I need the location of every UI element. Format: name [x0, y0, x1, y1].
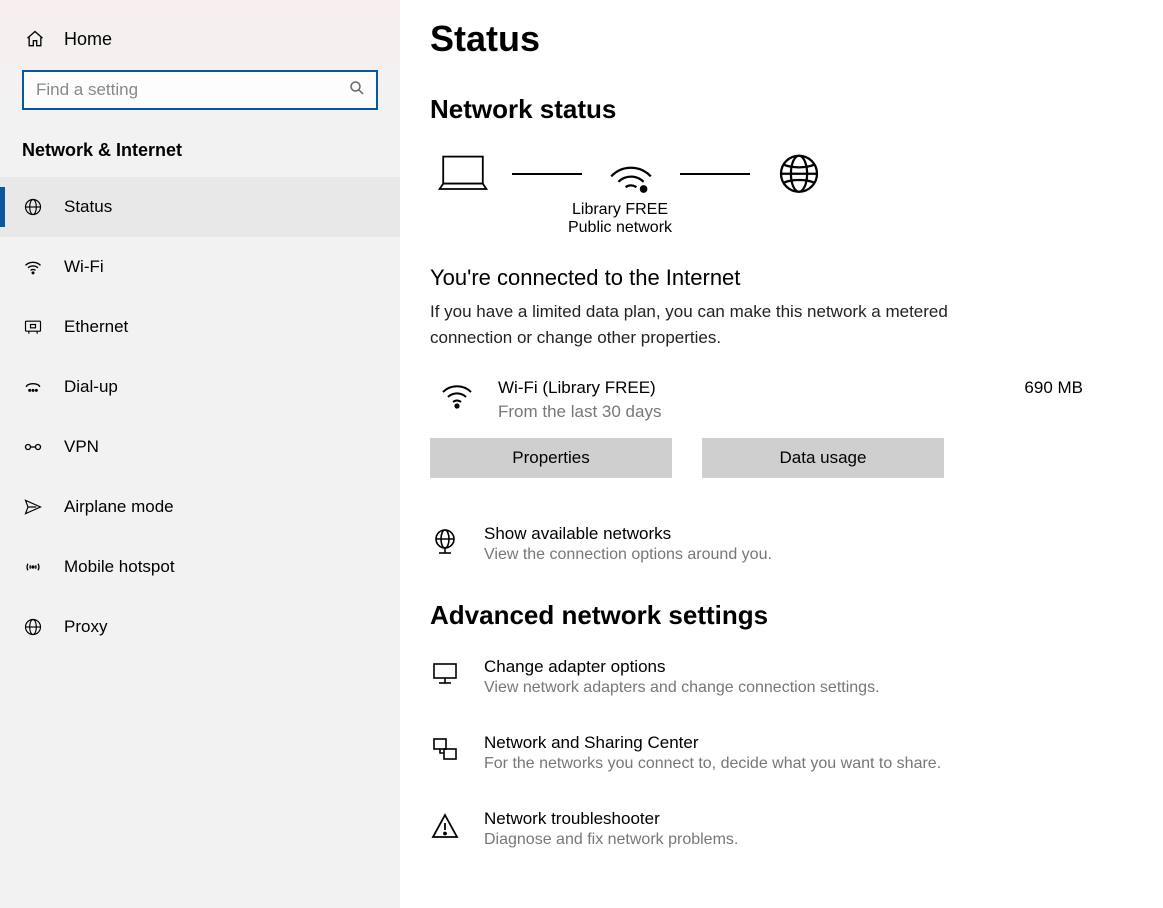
hotspot-icon — [22, 556, 44, 578]
link-desc: View network adapters and change connect… — [484, 679, 880, 697]
sidebar-item-status[interactable]: Status — [0, 177, 400, 237]
sidebar-item-proxy[interactable]: Proxy — [0, 597, 400, 657]
wifi-name: Wi-Fi (Library FREE) — [498, 378, 1000, 398]
sidebar-item-hotspot[interactable]: Mobile hotspot — [0, 537, 400, 597]
sidebar-item-wifi[interactable]: Wi-Fi — [0, 237, 400, 297]
home-label: Home — [64, 29, 112, 50]
sidebar-item-label: Wi-Fi — [64, 257, 104, 277]
network-share-icon — [430, 735, 460, 765]
vpn-icon — [22, 436, 44, 458]
show-networks-link[interactable]: Show available networks View the connect… — [430, 524, 1133, 564]
sidebar-item-dialup[interactable]: Dial-up — [0, 357, 400, 417]
connected-desc: If you have a limited data plan, you can… — [430, 299, 990, 350]
properties-button[interactable]: Properties — [430, 438, 672, 478]
sidebar-item-label: Mobile hotspot — [64, 557, 175, 577]
diagram-ssid: Library FREE — [430, 201, 810, 219]
sidebar-item-label: Proxy — [64, 617, 107, 637]
diagram-net-type: Public network — [430, 219, 810, 237]
nav: Status Wi-Fi Ethernet Dial-up VPN — [0, 177, 400, 657]
link-title: Change adapter options — [484, 657, 880, 677]
data-usage-button[interactable]: Data usage — [702, 438, 944, 478]
sidebar-item-vpn[interactable]: VPN — [0, 417, 400, 477]
globe-icon — [22, 196, 44, 218]
connected-title: You're connected to the Internet — [430, 265, 1133, 291]
diagram-line — [680, 173, 750, 175]
wifi-icon — [440, 378, 474, 412]
dialup-icon — [22, 376, 44, 398]
link-title: Network troubleshooter — [484, 809, 738, 829]
wifi-usage-row: Wi-Fi (Library FREE) From the last 30 da… — [430, 378, 1133, 422]
home-icon — [24, 28, 46, 50]
laptop-icon — [436, 151, 490, 197]
sidebar-item-label: Airplane mode — [64, 497, 174, 517]
sidebar-item-label: VPN — [64, 437, 99, 457]
link-desc: For the networks you connect to, decide … — [484, 755, 941, 773]
diagram-labels: Library FREE Public network — [430, 201, 810, 237]
airplane-icon — [22, 496, 44, 518]
globe-icon — [22, 616, 44, 638]
search-box[interactable] — [22, 70, 378, 110]
link-desc: View the connection options around you. — [484, 546, 772, 564]
adapter-options-link[interactable]: Change adapter options View network adap… — [430, 657, 1133, 697]
monitor-icon — [430, 659, 460, 689]
diagram-line — [512, 173, 582, 175]
sidebar: Home Network & Internet Status Wi-Fi — [0, 0, 400, 908]
sidebar-item-label: Ethernet — [64, 317, 128, 337]
search-icon — [348, 79, 366, 102]
section-advanced: Advanced network settings — [430, 600, 1133, 631]
sidebar-item-ethernet[interactable]: Ethernet — [0, 297, 400, 357]
sidebar-item-label: Dial-up — [64, 377, 118, 397]
troubleshooter-link[interactable]: Network troubleshooter Diagnose and fix … — [430, 809, 1133, 849]
wifi-icon — [604, 151, 658, 197]
warning-icon — [430, 811, 460, 841]
ethernet-icon — [22, 316, 44, 338]
section-network-status: Network status — [430, 94, 1133, 125]
globe-icon — [772, 151, 826, 197]
home-button[interactable]: Home — [0, 20, 400, 70]
wifi-usage: 690 MB — [1024, 378, 1083, 398]
network-diagram — [430, 151, 1133, 197]
sidebar-item-airplane[interactable]: Airplane mode — [0, 477, 400, 537]
wifi-icon — [22, 256, 44, 278]
button-row: Properties Data usage — [430, 438, 1133, 478]
globe-stand-icon — [430, 526, 460, 556]
page-title: Status — [430, 18, 1133, 60]
link-title: Network and Sharing Center — [484, 733, 941, 753]
sidebar-item-label: Status — [64, 197, 112, 217]
sharing-center-link[interactable]: Network and Sharing Center For the netwo… — [430, 733, 1133, 773]
main-content: Status Network status Library FREE Publi… — [400, 0, 1163, 908]
search-input[interactable] — [36, 80, 348, 100]
wifi-sub: From the last 30 days — [498, 402, 1000, 422]
search-container — [0, 70, 400, 140]
link-title: Show available networks — [484, 524, 772, 544]
category-title: Network & Internet — [0, 140, 400, 177]
link-desc: Diagnose and fix network problems. — [484, 831, 738, 849]
